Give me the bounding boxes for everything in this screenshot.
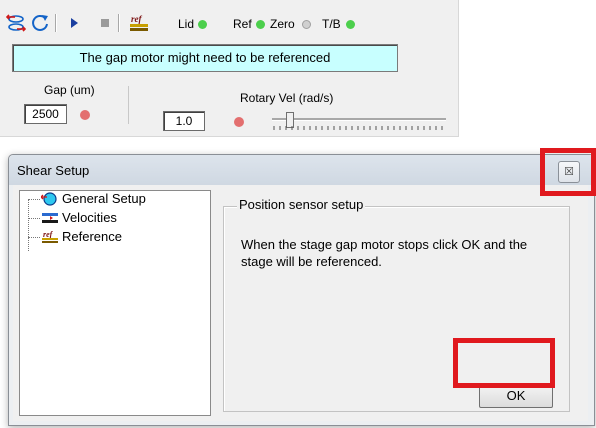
shear-setup-icon[interactable] xyxy=(5,13,27,33)
rotary-vel-field[interactable]: 1.0 xyxy=(163,111,205,131)
rotary-vel-slider[interactable] xyxy=(268,112,446,130)
rotary-vel-label: Rotary Vel (rad/s) xyxy=(240,91,334,105)
general-setup-icon xyxy=(40,192,59,206)
status-message: The gap motor might need to be reference… xyxy=(12,44,398,72)
velocities-icon xyxy=(41,211,59,225)
tb-indicator-led xyxy=(346,20,355,29)
reference-icon[interactable]: ref xyxy=(128,13,148,33)
dialog-title: Shear Setup xyxy=(17,163,90,178)
tree-connector xyxy=(28,199,29,251)
shear-setup-dialog: Shear Setup ☒ General Setup Velocities r… xyxy=(8,154,595,426)
dialog-titlebar[interactable]: Shear Setup ☒ xyxy=(9,155,594,185)
control-panel: ref Lid Ref Zero T/B The gap motor might… xyxy=(0,0,459,137)
svg-text:ref: ref xyxy=(43,230,54,239)
zero-indicator-led xyxy=(302,20,311,29)
group-message: When the stage gap motor stops click OK … xyxy=(241,237,528,269)
tree-connector xyxy=(28,199,40,200)
tree-connector xyxy=(28,218,40,219)
lid-indicator-led xyxy=(198,20,207,29)
close-button[interactable]: ☒ xyxy=(558,161,580,183)
refresh-icon[interactable] xyxy=(30,13,50,33)
close-icon[interactable]: ☒ xyxy=(559,162,579,182)
tree-item-reference[interactable]: Reference xyxy=(62,229,122,244)
group-title: Position sensor setup xyxy=(237,197,366,212)
svg-text:ref: ref xyxy=(131,14,142,24)
toolbar-separator xyxy=(55,14,57,32)
play-icon[interactable] xyxy=(64,13,84,33)
ok-button[interactable]: OK xyxy=(479,384,553,408)
settings-tree[interactable]: General Setup Velocities ref Reference xyxy=(19,190,211,416)
toolbar-separator xyxy=(118,14,120,32)
lid-indicator-label: Lid xyxy=(178,17,195,31)
stop-icon[interactable] xyxy=(96,13,116,33)
tree-connector xyxy=(28,237,40,238)
tb-indicator-label: T/B xyxy=(322,17,341,31)
rotary-status-led xyxy=(234,117,244,127)
tree-item-general-setup[interactable]: General Setup xyxy=(62,191,146,206)
zero-indicator-label: Zero xyxy=(270,17,295,31)
gap-status-led xyxy=(80,110,90,120)
reference-icon: ref xyxy=(41,230,59,244)
panel-divider xyxy=(128,86,129,124)
gap-value-field[interactable]: 2500 xyxy=(24,104,67,124)
tree-item-velocities[interactable]: Velocities xyxy=(62,210,117,225)
dialog-body: General Setup Velocities ref Reference P… xyxy=(13,185,588,421)
ref-indicator-led xyxy=(256,20,265,29)
gap-label: Gap (um) xyxy=(44,83,95,97)
ref-indicator-label: Ref xyxy=(233,17,252,31)
